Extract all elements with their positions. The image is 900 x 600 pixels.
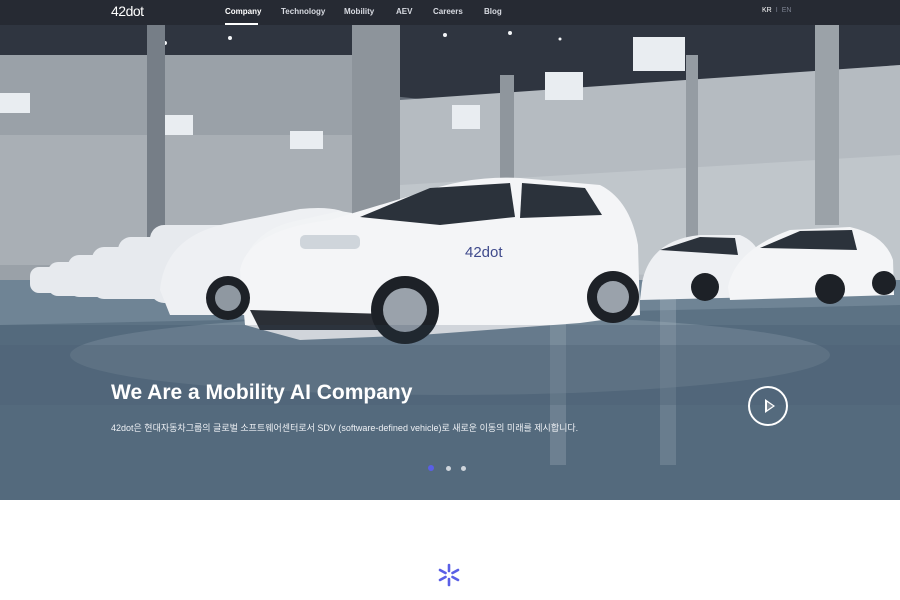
hero-description: 42dot은 현대자동차그룹의 글로벌 소프트웨어센터로서 SDV (softw… bbox=[111, 423, 579, 433]
nav-item-technology[interactable]: Technology bbox=[281, 7, 325, 16]
slide-dot-2[interactable] bbox=[446, 466, 451, 471]
top-navigation-bar: 42dot Company Technology Mobility AEV Ca… bbox=[0, 0, 900, 25]
play-icon bbox=[765, 399, 775, 413]
lang-en-link[interactable]: EN bbox=[782, 7, 792, 14]
play-video-button[interactable] bbox=[748, 386, 788, 426]
hero-title: We Are a Mobility AI Company bbox=[111, 381, 413, 405]
nav-item-mobility[interactable]: Mobility bbox=[344, 7, 374, 16]
intro-section bbox=[0, 500, 900, 600]
active-nav-indicator bbox=[225, 23, 258, 25]
car-door-logo: 42dot bbox=[465, 244, 503, 261]
slide-dot-3[interactable] bbox=[461, 466, 466, 471]
hero-banner: 42dot We Are a Mobility AI Company 42dot… bbox=[0, 25, 900, 500]
nav-item-company[interactable]: Company bbox=[225, 7, 261, 16]
nav-item-blog[interactable]: Blog bbox=[484, 7, 502, 16]
slide-dot-1[interactable] bbox=[428, 465, 434, 471]
nav-item-aev[interactable]: AEV bbox=[396, 7, 412, 16]
42dot-spark-icon bbox=[438, 563, 460, 587]
language-switcher: KR I EN bbox=[762, 7, 791, 14]
lang-separator: I bbox=[775, 7, 778, 14]
logo-link[interactable]: 42dot bbox=[111, 3, 144, 19]
lang-kr-link[interactable]: KR bbox=[762, 7, 772, 14]
nav-item-careers[interactable]: Careers bbox=[433, 7, 463, 16]
